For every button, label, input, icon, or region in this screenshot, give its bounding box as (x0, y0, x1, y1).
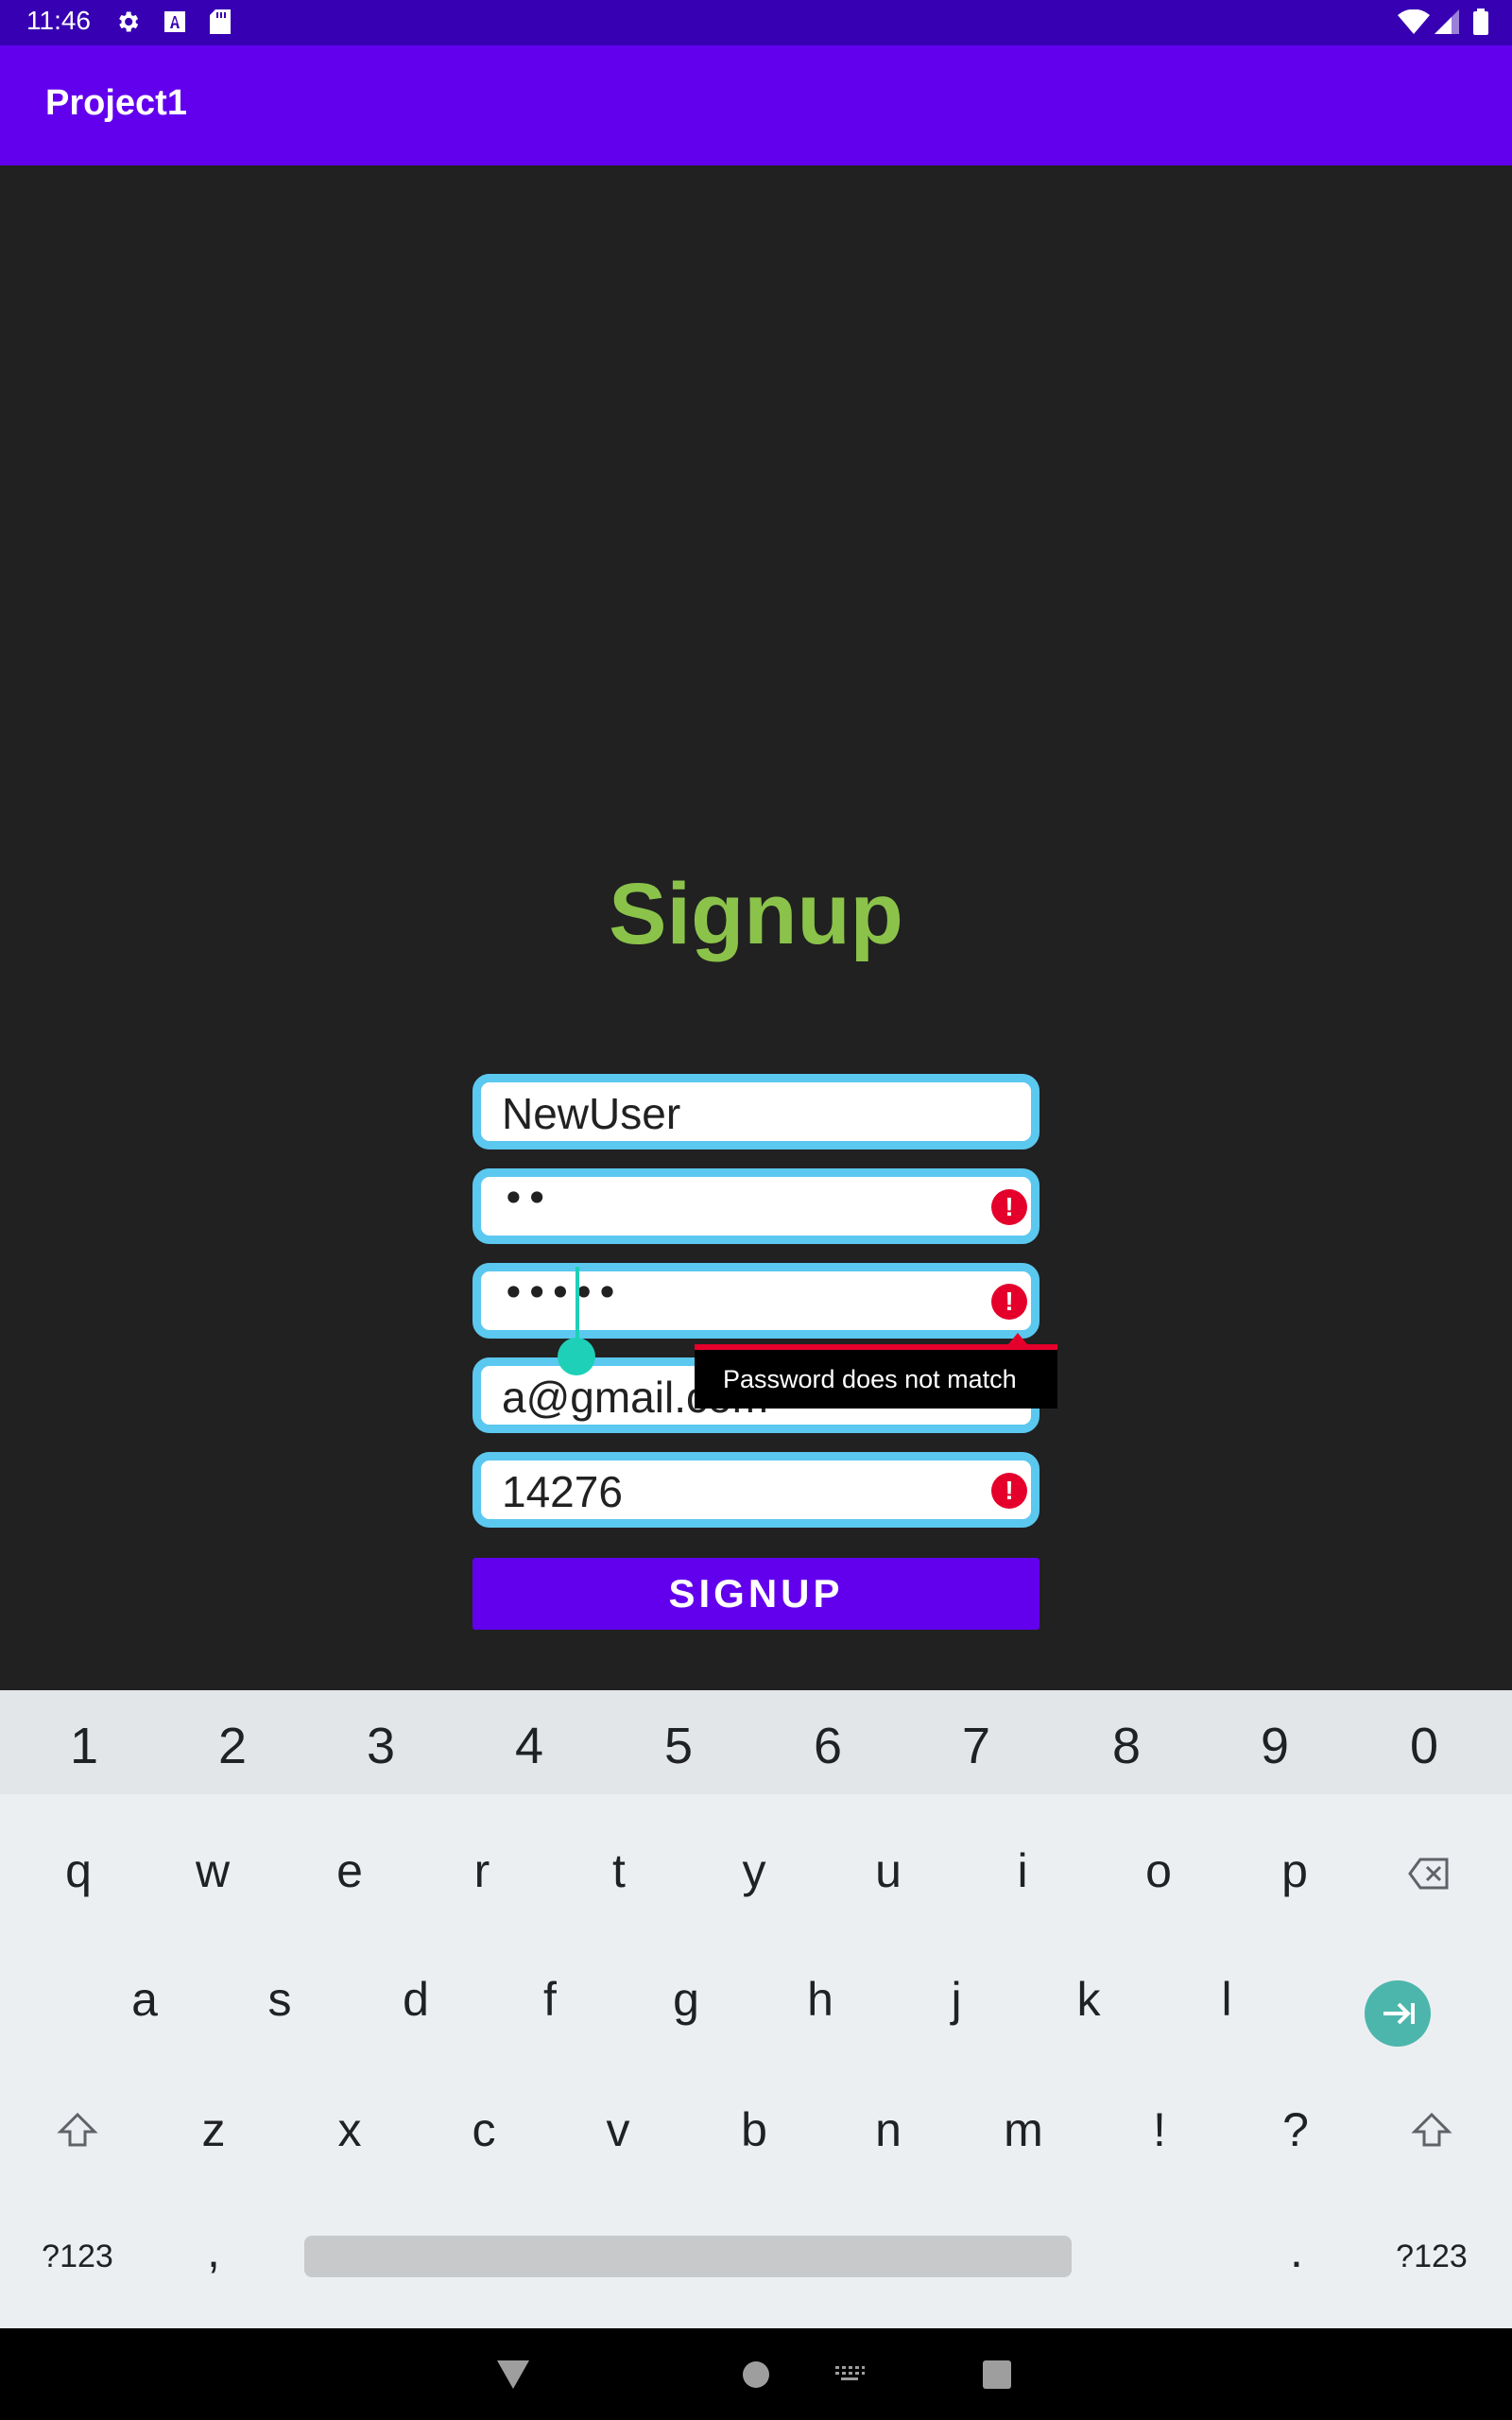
status-bar: 11:46 (0, 0, 1512, 45)
key-0[interactable]: 0 (1367, 1717, 1481, 1775)
page-title: Signup (609, 866, 903, 962)
app-title: Project1 (45, 83, 187, 123)
settings-icon (113, 8, 142, 36)
confirm-password-value: ••••• (502, 1270, 619, 1316)
key-period[interactable]: . (1240, 2223, 1353, 2278)
key-e[interactable]: e (293, 1843, 406, 1898)
key-n[interactable]: n (832, 2102, 945, 2157)
key-c[interactable]: c (427, 2102, 541, 2157)
key-6[interactable]: 6 (771, 1717, 885, 1775)
app-bar: Project1 (0, 45, 1512, 165)
backspace-icon[interactable] (1408, 1858, 1453, 1892)
cursor-handle[interactable] (558, 1338, 595, 1375)
password-field[interactable]: •• ! (472, 1168, 1040, 1244)
key-q[interactable]: q (22, 1843, 135, 1898)
key-8[interactable]: 8 (1070, 1717, 1183, 1775)
key-u[interactable]: u (832, 1843, 945, 1898)
key-comma[interactable]: , (157, 2223, 270, 2278)
password-value: •• (502, 1175, 549, 1221)
key-m[interactable]: m (967, 2102, 1080, 2157)
symbols-key[interactable]: ?123 (21, 2238, 134, 2275)
key-j[interactable]: j (900, 1972, 1013, 2027)
error-message: Password does not match (723, 1365, 1017, 1393)
key-t[interactable]: t (562, 1843, 676, 1898)
wifi-icon (1397, 8, 1431, 36)
error-tooltip-bar (695, 1344, 1057, 1350)
key-f[interactable]: f (493, 1972, 607, 2027)
key-i[interactable]: i (966, 1843, 1079, 1898)
status-time: 11:46 (26, 6, 91, 35)
key-9[interactable]: 9 (1218, 1717, 1332, 1775)
keyboard-switch-icon[interactable] (833, 2364, 866, 2387)
battery-icon (1467, 8, 1495, 36)
number-row: 1 2 3 4 5 6 7 8 9 0 (0, 1690, 1512, 1794)
key-3[interactable]: 3 (324, 1717, 438, 1775)
key-5[interactable]: 5 (622, 1717, 735, 1775)
code-value: 14276 (502, 1467, 623, 1516)
key-v[interactable]: v (561, 2102, 675, 2157)
key-x[interactable]: x (293, 2102, 406, 2157)
key-b[interactable]: b (697, 2102, 811, 2157)
key-4[interactable]: 4 (472, 1717, 586, 1775)
back-icon[interactable] (497, 2360, 529, 2393)
key-d[interactable]: d (359, 1972, 472, 2027)
signal-icon (1433, 8, 1461, 36)
key-l[interactable]: l (1170, 1972, 1283, 2027)
key-w[interactable]: w (156, 1843, 269, 1898)
error-tooltip-pointer (1008, 1333, 1027, 1344)
code-field[interactable]: 14276 ! (472, 1452, 1040, 1528)
confirm-password-field[interactable]: ••••• ! (472, 1263, 1040, 1339)
key-y[interactable]: y (697, 1843, 811, 1898)
key-z[interactable]: z (157, 2102, 270, 2157)
signup-button[interactable]: SIGNUP (472, 1558, 1040, 1630)
next-arrow-icon (1383, 2002, 1415, 2025)
key-s[interactable]: s (223, 1972, 336, 2027)
navigation-bar (0, 2328, 1512, 2420)
key-exclamation[interactable]: ! (1103, 2102, 1216, 2157)
error-icon[interactable]: ! (991, 1284, 1027, 1320)
key-k[interactable]: k (1032, 1972, 1145, 2027)
error-tooltip: Password does not match (695, 1333, 1057, 1409)
font-icon (161, 8, 189, 36)
key-h[interactable]: h (764, 1972, 877, 2027)
key-p[interactable]: p (1238, 1843, 1351, 1898)
key-a[interactable]: a (88, 1972, 201, 2027)
home-icon[interactable] (742, 2360, 770, 2393)
sd-card-icon (206, 8, 234, 36)
key-o[interactable]: o (1102, 1843, 1215, 1898)
error-icon[interactable]: ! (991, 1473, 1027, 1509)
username-field[interactable]: NewUser (472, 1074, 1040, 1150)
key-r[interactable]: r (425, 1843, 539, 1898)
username-value: NewUser (502, 1089, 681, 1138)
key-g[interactable]: g (629, 1972, 743, 2027)
key-question[interactable]: ? (1239, 2102, 1352, 2157)
shift-icon[interactable] (1411, 2111, 1452, 2152)
recents-icon[interactable] (983, 2360, 1011, 2393)
next-key[interactable] (1365, 1980, 1431, 2047)
space-bar[interactable] (304, 2236, 1072, 2277)
error-icon[interactable]: ! (991, 1189, 1027, 1225)
shift-icon[interactable] (57, 2111, 98, 2152)
key-2[interactable]: 2 (176, 1717, 289, 1775)
symbols-key[interactable]: ?123 (1375, 2238, 1488, 2275)
key-1[interactable]: 1 (27, 1717, 141, 1775)
key-7[interactable]: 7 (919, 1717, 1033, 1775)
